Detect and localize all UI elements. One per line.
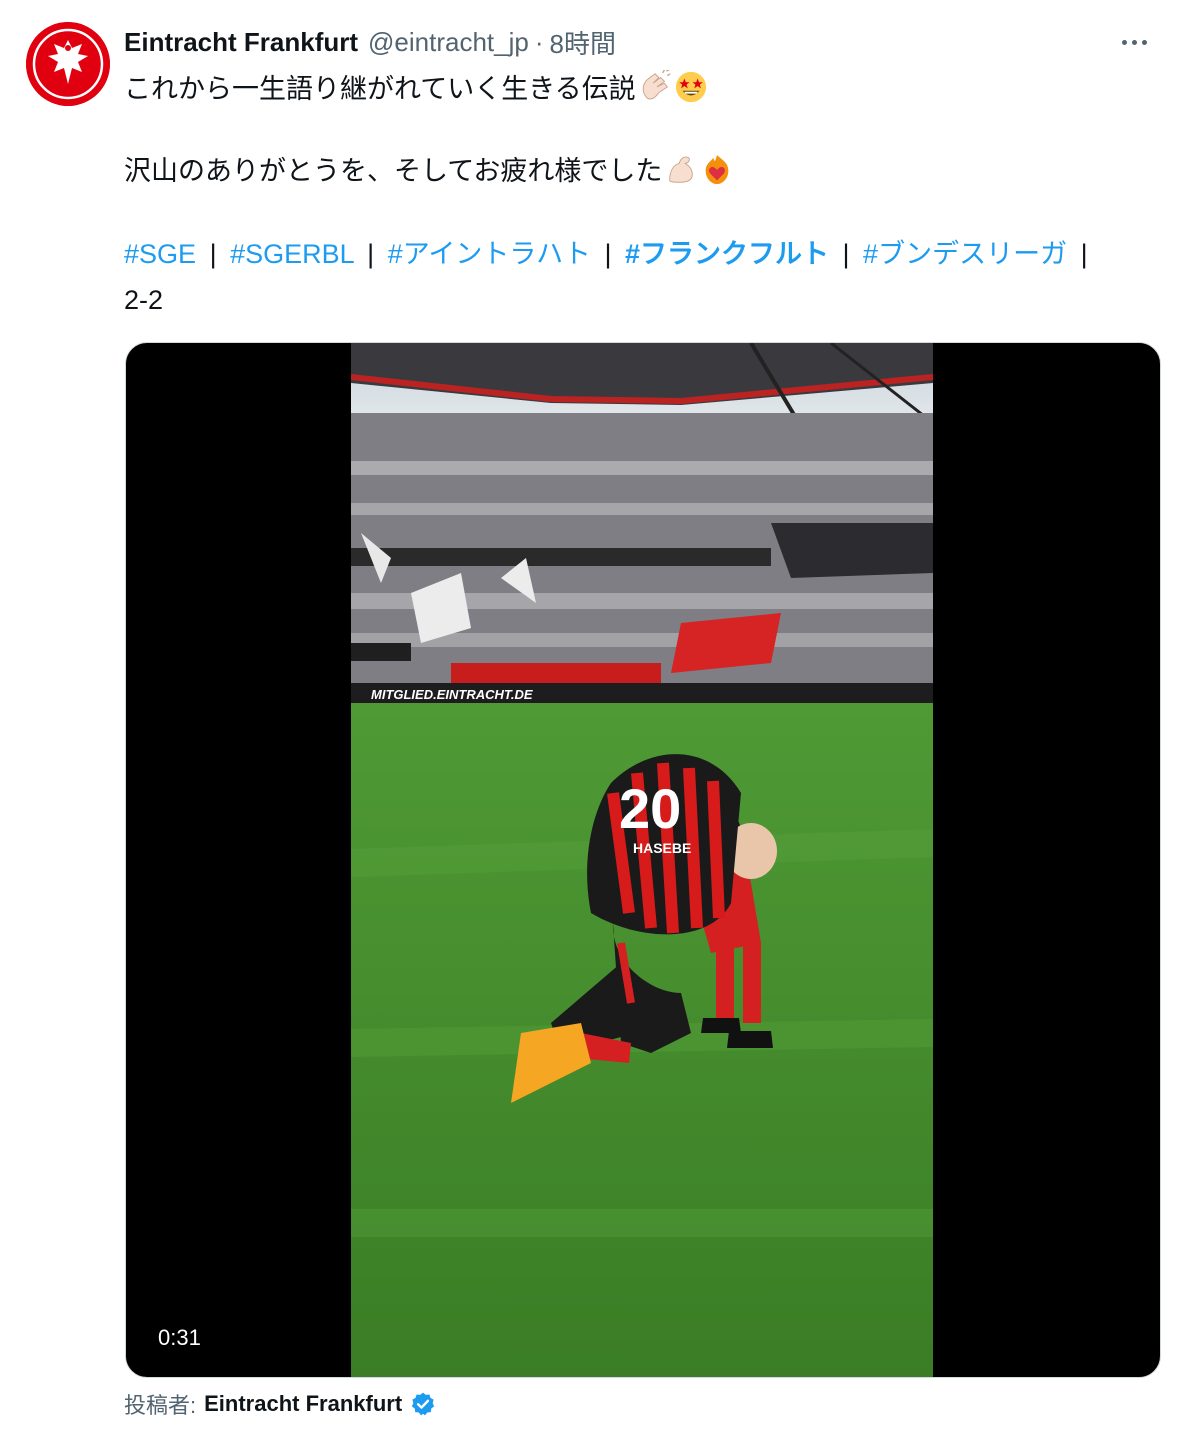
- video-duration: 0:31: [144, 1321, 215, 1355]
- eagle-crest-icon: [26, 22, 110, 106]
- hashtag-separator: |: [604, 239, 612, 269]
- more-options-icon[interactable]: [1110, 18, 1158, 66]
- hashtag-line: #SGE | #SGERBL | #アイントラハト | #フランクフルト | #…: [124, 236, 1164, 272]
- hashtag-link[interactable]: #アイントラハト: [388, 239, 591, 269]
- video-player[interactable]: MITGLIED.EINTRACHT.DE 20 HASEBE 0:31: [125, 342, 1161, 1378]
- score-text: 2-2: [124, 285, 164, 315]
- hashtag-link[interactable]: #SGE: [124, 239, 196, 269]
- timestamp[interactable]: 8時間: [550, 24, 616, 61]
- byline-author-name[interactable]: Eintracht Frankfurt: [204, 1391, 402, 1417]
- tweet-text-line-1: これから一生語り継がれていく生きる伝説: [124, 70, 1164, 107]
- avatar[interactable]: [26, 22, 110, 106]
- hashtag-separator: |: [209, 239, 217, 269]
- flexed-biceps-icon: [669, 156, 694, 183]
- separator-dot: ·: [534, 26, 544, 57]
- jersey-name: HASEBE: [633, 840, 691, 856]
- star-struck-icon: [675, 71, 706, 103]
- tweet-header: Eintracht Frankfurt @eintracht_jp · 8時間: [124, 24, 1168, 60]
- byline-prefix: 投稿者:: [124, 1393, 197, 1418]
- tweet-text-line-2: 沢山のありがとうを、そしてお疲れ様でした: [124, 152, 1164, 189]
- video-frame: MITGLIED.EINTRACHT.DE 20 HASEBE: [351, 343, 933, 1377]
- hashtag-separator: |: [367, 239, 375, 269]
- hashtag-link[interactable]: #SGERBL: [230, 239, 354, 269]
- verified-badge-icon: [411, 1392, 435, 1416]
- heart-on-fire-icon: [706, 154, 729, 185]
- hashtag-separator: |: [842, 239, 850, 269]
- video-thumbnail: MITGLIED.EINTRACHT.DE 20 HASEBE: [351, 343, 933, 1377]
- banner-text: MITGLIED.EINTRACHT.DE: [371, 687, 533, 702]
- author-handle[interactable]: @eintracht_jp: [368, 27, 529, 58]
- clapping-hands-icon: [642, 70, 671, 100]
- hashtag-link[interactable]: #ブンデスリーガ: [863, 239, 1067, 269]
- author-name[interactable]: Eintracht Frankfurt: [124, 27, 358, 58]
- hashtag-link[interactable]: #フランクフルト: [625, 239, 829, 269]
- tweet-text-line-1-content: これから一生語り継がれていく生きる伝説: [124, 74, 636, 104]
- hashtag-separator: |: [1080, 239, 1088, 269]
- tweet-text-line-2-content: 沢山のありがとうを、そしてお疲れ様でした: [124, 156, 663, 186]
- jersey-number: 20: [619, 777, 681, 840]
- byline: 投稿者: Eintracht Frankfurt: [124, 1388, 436, 1420]
